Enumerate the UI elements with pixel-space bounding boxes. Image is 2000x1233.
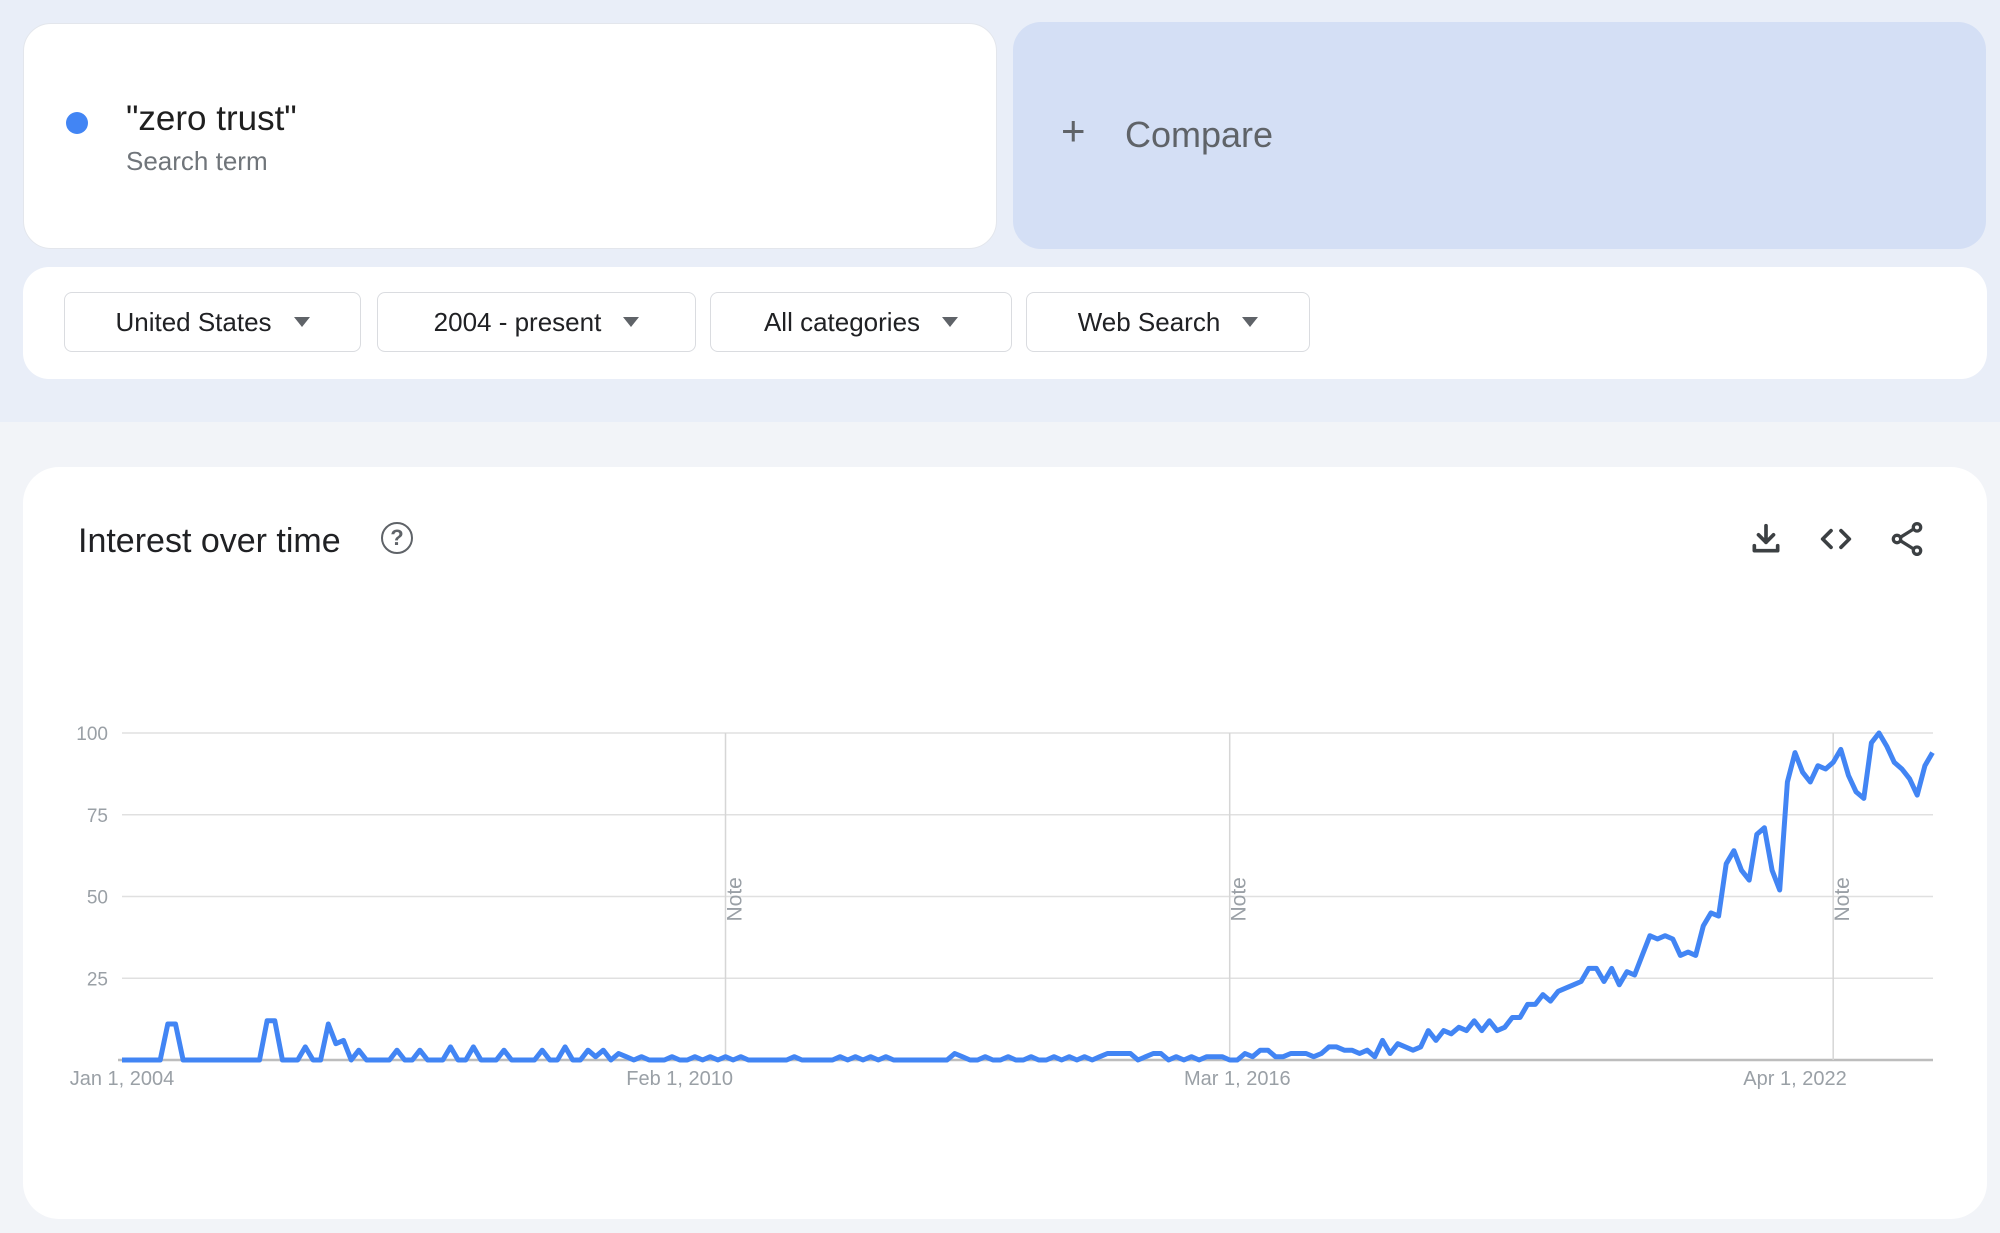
- note-label: Note: [1228, 877, 1251, 921]
- note-label: Note: [724, 877, 747, 921]
- y-tick-label: 25: [87, 969, 108, 990]
- y-tick-label: 50: [87, 888, 108, 909]
- x-tick-label: Jan 1, 2004: [70, 1068, 175, 1090]
- y-tick-label: 75: [87, 806, 108, 827]
- x-tick-label: Apr 1, 2022: [1743, 1068, 1846, 1090]
- x-tick-label: Mar 1, 2016: [1184, 1068, 1291, 1090]
- note-label: Note: [1831, 877, 1854, 921]
- x-tick-label: Feb 1, 2010: [626, 1068, 733, 1090]
- y-tick-label: 100: [76, 724, 108, 745]
- interest-chart: 25 50 75 100 Note Note Note Jan 1, 2004 Feb 1, 2…: [70, 724, 1935, 1090]
